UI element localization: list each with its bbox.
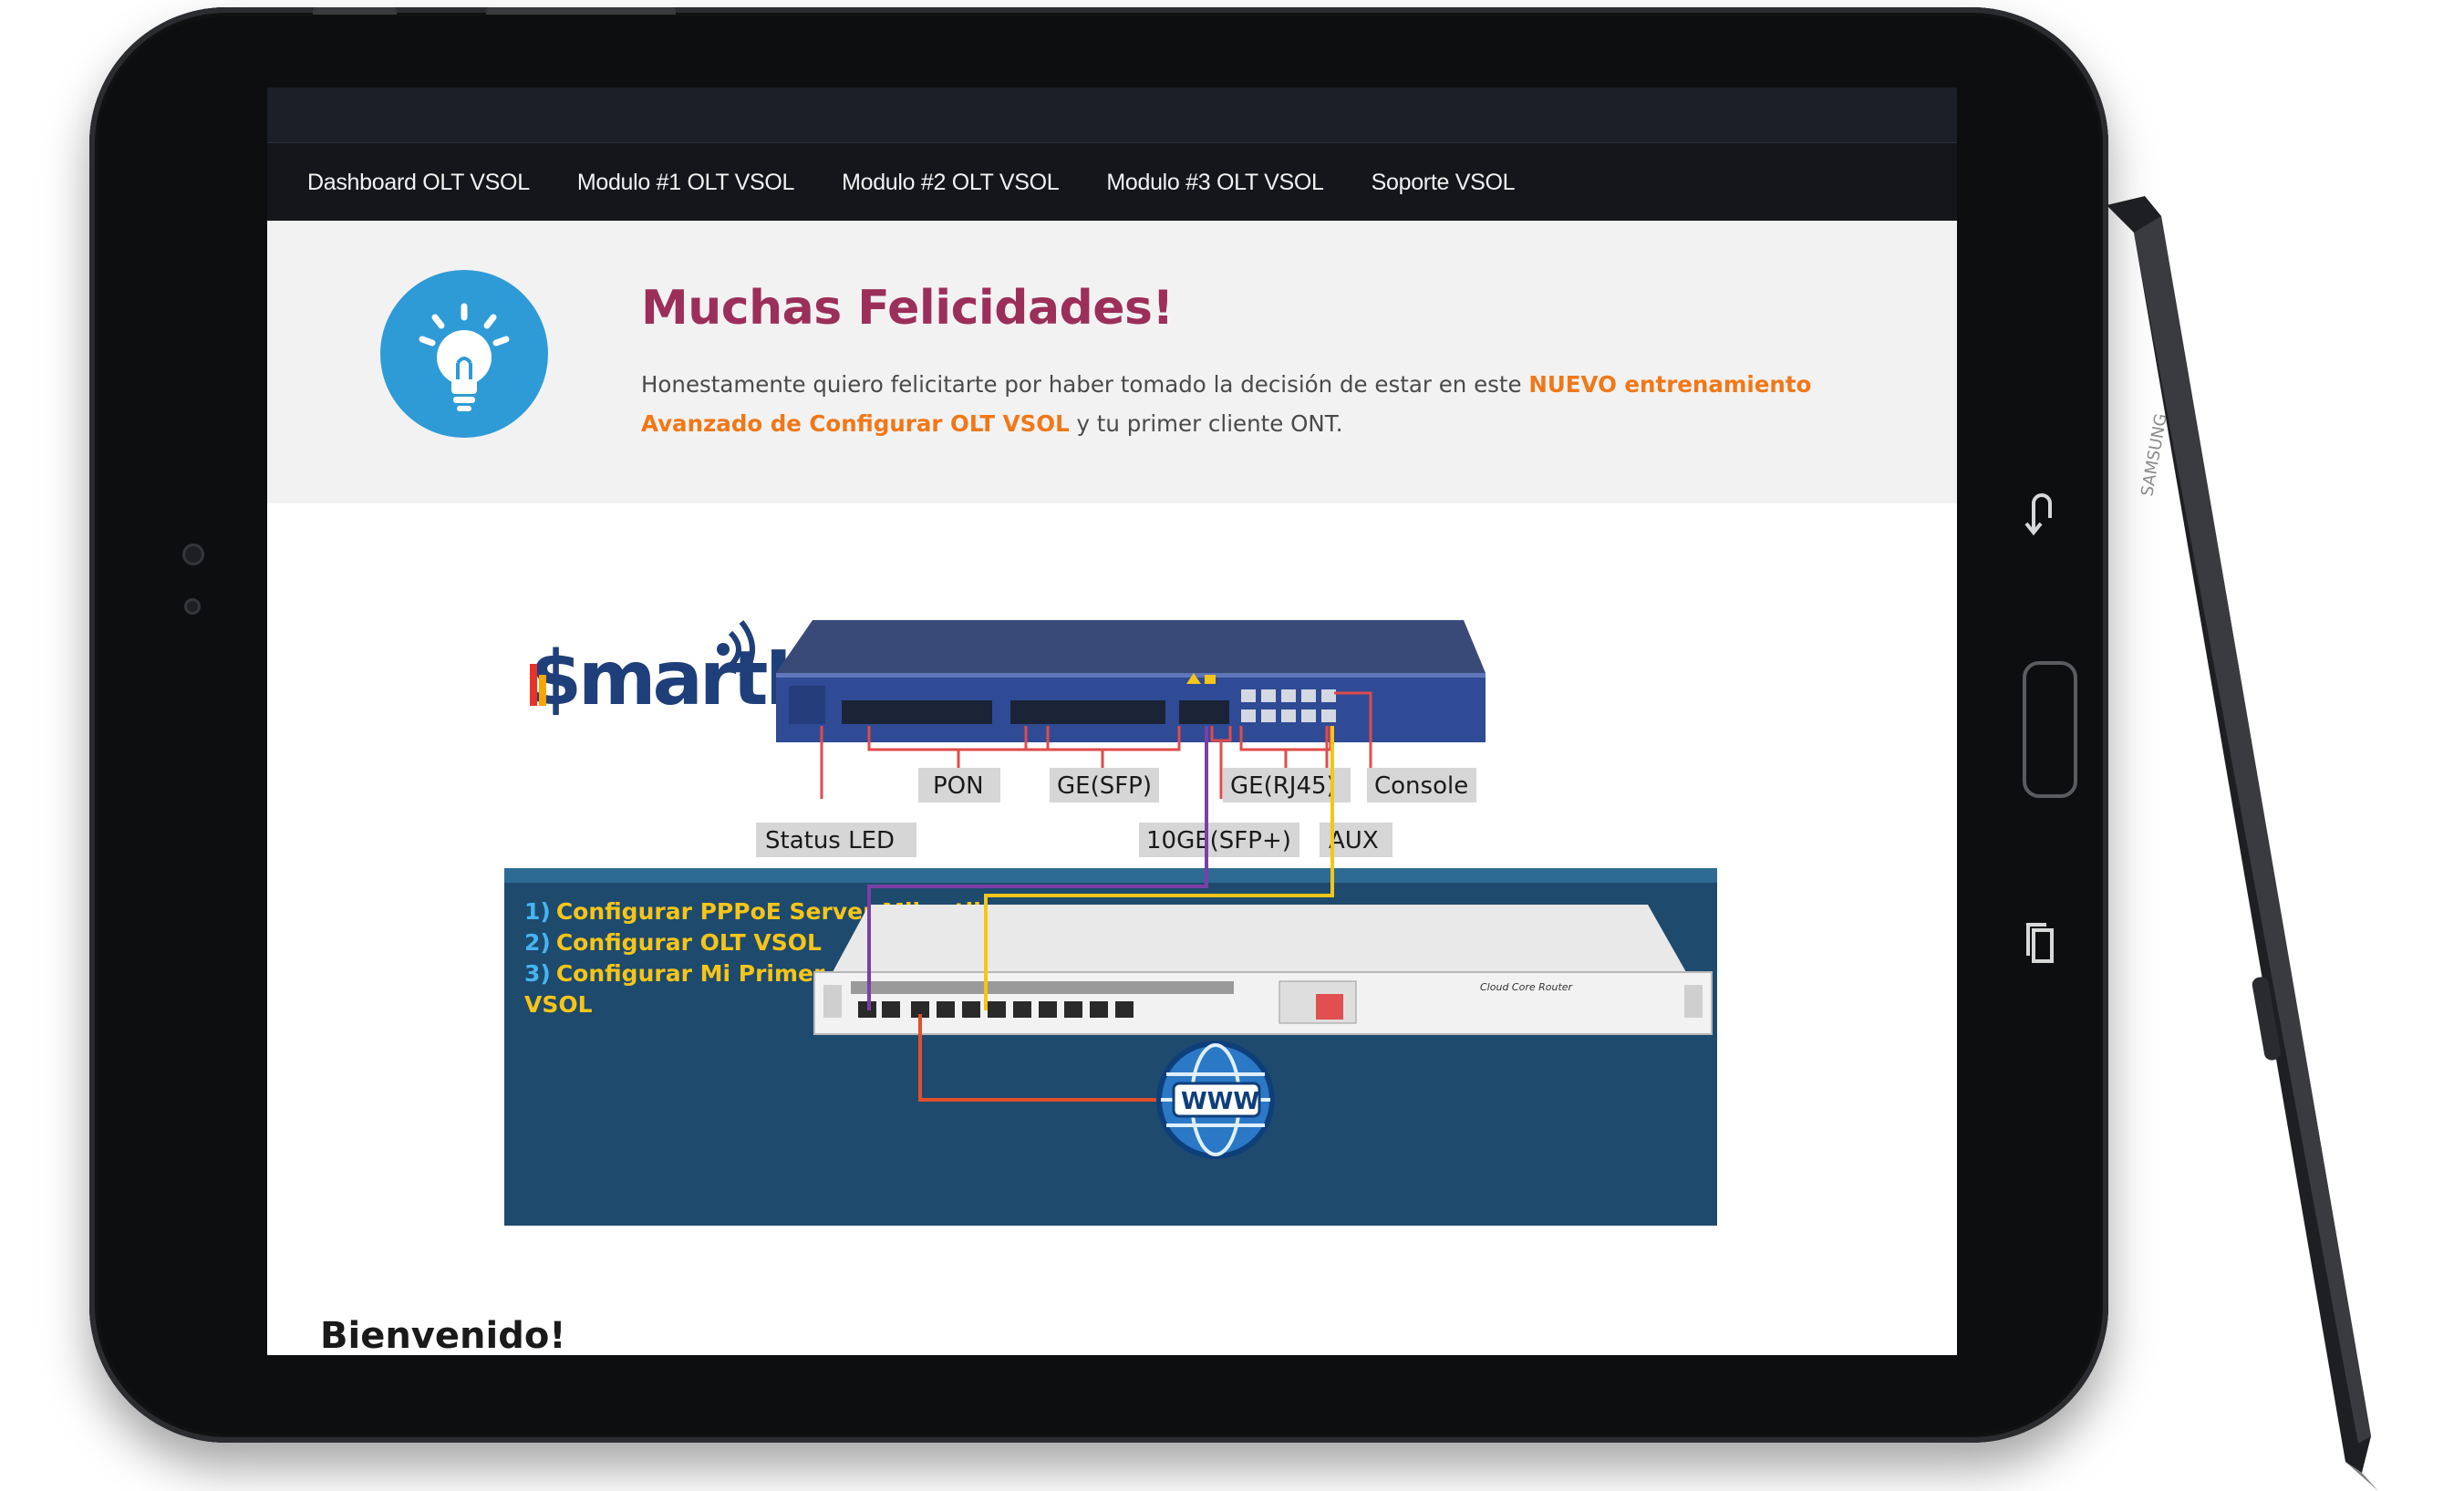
- stylus-pen: SAMSUNG: [2107, 196, 2378, 1491]
- svg-text:SAMSUNG: SAMSUNG: [2138, 412, 2171, 498]
- back-icon[interactable]: [2023, 491, 2059, 544]
- nav-modulo-3[interactable]: Modulo #3 OLT VSOL: [1106, 170, 1324, 196]
- mikrotik-router: Cloud Core Router: [813, 905, 1713, 1035]
- browser-top-bar: [267, 88, 1957, 142]
- svg-text:Cloud Core Router: Cloud Core Router: [1480, 981, 1574, 993]
- home-button[interactable]: [2023, 661, 2077, 798]
- message-text-end: y tu primer cliente ONT.: [1069, 410, 1343, 437]
- label-status-led: Status LED: [765, 827, 895, 854]
- page-title: Muchas Felicidades!: [641, 281, 1174, 336]
- front-camera: [182, 544, 204, 565]
- olt-device: [776, 620, 1486, 742]
- label-ge-sfp: GE(SFP): [1057, 772, 1152, 800]
- main-navigation: Dashboard OLT VSOL Modulo #1 OLT VSOL Mo…: [267, 142, 1957, 222]
- network-diagram: $martISP PON GE(SFP) GE(RJ45) Console St…: [267, 503, 1957, 1355]
- label-aux: AUX: [1329, 827, 1379, 854]
- recent-apps-icon[interactable]: [2024, 921, 2057, 972]
- internet-globe-icon: WWW: [1156, 1041, 1275, 1159]
- screen: Dashboard OLT VSOL Modulo #1 OLT VSOL Mo…: [267, 88, 1957, 1355]
- nav-modulo-2[interactable]: Modulo #2 OLT VSOL: [842, 170, 1060, 196]
- volume-button: [313, 7, 397, 15]
- port-labels: PON GE(SFP) GE(RJ45) Console Status LED …: [756, 768, 1476, 857]
- label-10ge: 10GE(SFP+): [1146, 827, 1291, 854]
- label-ge-rj45: GE(RJ45): [1230, 772, 1336, 800]
- tablet-frame: Dashboard OLT VSOL Modulo #1 OLT VSOL Mo…: [89, 7, 2108, 1443]
- svg-text:VSOL: VSOL: [524, 991, 593, 1018]
- nav-dashboard[interactable]: Dashboard OLT VSOL: [307, 170, 530, 196]
- welcome-heading: Bienvenido!: [320, 1315, 566, 1355]
- svg-text:WWW: WWW: [1181, 1088, 1259, 1115]
- nav-soporte[interactable]: Soporte VSOL: [1372, 170, 1516, 196]
- congrats-banner: Muchas Felicidades! Honestamente quiero …: [267, 221, 1957, 503]
- power-button: [486, 7, 676, 15]
- label-console: Console: [1374, 772, 1468, 800]
- label-pon: PON: [933, 772, 984, 800]
- sensor: [184, 598, 201, 615]
- lightbulb-icon: [380, 270, 548, 438]
- message-text: Honestamente quiero felicitarte por habe…: [641, 371, 1529, 398]
- congrats-message: Honestamente quiero felicitarte por habe…: [641, 365, 1909, 443]
- nav-modulo-1[interactable]: Modulo #1 OLT VSOL: [577, 170, 795, 196]
- svg-text:2)Configurar OLT VSOL: 2) Configurar OLT VSOL: [524, 929, 822, 956]
